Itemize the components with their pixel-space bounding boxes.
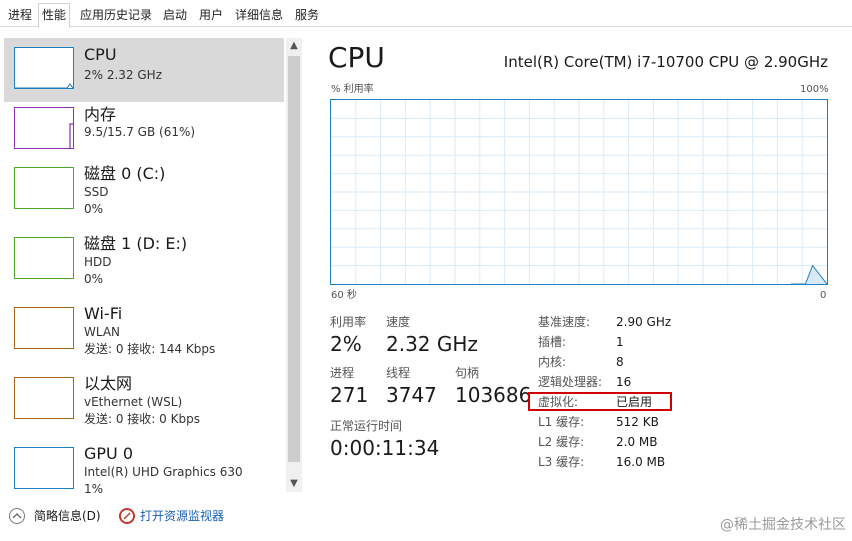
graph-ymax-label: 100% bbox=[800, 84, 829, 95]
sidebar-item-memory[interactable]: 内存 9.5/15.7 GB (61%) bbox=[4, 103, 284, 167]
sidebar-item-ethernet[interactable]: 以太网 vEthernet (WSL) 发送: 0 接收: 0 Kbps bbox=[4, 373, 284, 437]
scroll-thumb[interactable] bbox=[288, 56, 300, 462]
sidebar-scrollbar[interactable]: ▲ ▼ bbox=[286, 38, 302, 492]
cpu-usage-graph bbox=[330, 99, 828, 285]
tab-users[interactable]: 用户 bbox=[195, 3, 227, 27]
processes-label: 进程 bbox=[330, 366, 355, 380]
logical-processors-label: 逻辑处理器: bbox=[538, 375, 603, 389]
l2-cache-value: 2.0 MB bbox=[616, 435, 658, 449]
sidebar-item-detail: HDD bbox=[84, 255, 112, 269]
sidebar-item-detail-2: 1% bbox=[84, 482, 104, 495]
memory-mini-graph bbox=[14, 107, 74, 149]
sidebar-item-gpu[interactable]: GPU 0 Intel(R) UHD Graphics 630 1% bbox=[4, 443, 284, 495]
scroll-up-icon[interactable]: ▲ bbox=[286, 38, 302, 54]
sidebar-item-detail-2: 0% bbox=[84, 272, 104, 286]
l1-cache-label: L1 缓存: bbox=[538, 415, 585, 429]
base-speed-label: 基准速度: bbox=[538, 315, 591, 329]
cpu-mini-line bbox=[15, 83, 73, 88]
uptime-label: 正常运行时间 bbox=[330, 419, 403, 433]
sidebar-item-title: Wi-Fi bbox=[84, 304, 123, 323]
l2-cache-label: L2 缓存: bbox=[538, 435, 585, 449]
tab-app-history[interactable]: 应用历史记录 bbox=[76, 3, 156, 27]
cores-label: 内核: bbox=[538, 355, 567, 369]
sockets-value: 1 bbox=[616, 335, 624, 349]
watermark: @稀土掘金技术社区 bbox=[720, 517, 846, 533]
tab-performance[interactable]: 性能 bbox=[38, 3, 71, 28]
cpu-usage-plot bbox=[331, 100, 827, 284]
sidebar-item-detail: WLAN bbox=[84, 325, 121, 339]
sidebar-item-title: 以太网 bbox=[84, 374, 133, 393]
l1-cache-value: 512 KB bbox=[616, 415, 659, 429]
sidebar-item-detail: 9.5/15.7 GB (61%) bbox=[84, 125, 196, 139]
sidebar-item-detail-2: 发送: 0 接收: 0 Kbps bbox=[84, 412, 200, 426]
sidebar-item-detail: SSD bbox=[84, 185, 109, 199]
sidebar-item-title: 磁盘 1 (D: E:) bbox=[84, 234, 188, 253]
sidebar-item-title: CPU bbox=[84, 45, 117, 64]
chevron-up-icon[interactable] bbox=[9, 508, 25, 524]
ethernet-mini-graph bbox=[14, 377, 74, 419]
sidebar-item-disk-1[interactable]: 磁盘 1 (D: E:) HDD 0% bbox=[4, 233, 284, 297]
uptime-value: 0:00:11:34 bbox=[330, 436, 440, 460]
l3-cache-value: 16.0 MB bbox=[616, 455, 666, 469]
handles-label: 句柄 bbox=[455, 366, 480, 380]
sidebar-item-cpu[interactable]: CPU 2% 2.32 GHz bbox=[4, 38, 284, 102]
memory-mini-line bbox=[69, 123, 73, 148]
utilization-label: 利用率 bbox=[330, 315, 367, 329]
tab-processes[interactable]: 进程 bbox=[4, 3, 36, 27]
wifi-mini-graph bbox=[14, 307, 74, 349]
sidebar-item-detail: vEthernet (WSL) bbox=[84, 395, 183, 409]
sidebar-item-wifi[interactable]: Wi-Fi WLAN 发送: 0 接收: 144 Kbps bbox=[4, 303, 284, 367]
disk1-mini-graph bbox=[14, 237, 74, 279]
tab-services[interactable]: 服务 bbox=[291, 3, 323, 27]
sockets-label: 插槽: bbox=[538, 335, 567, 349]
logical-processors-value: 16 bbox=[616, 375, 632, 389]
sidebar-item-disk-0[interactable]: 磁盘 0 (C:) SSD 0% bbox=[4, 163, 284, 227]
sidebar-item-title: GPU 0 bbox=[84, 444, 134, 463]
open-resource-monitor-link[interactable]: 打开资源监视器 bbox=[140, 508, 224, 524]
graph-xlabel-left: 60 秒 bbox=[331, 290, 357, 301]
page-title: CPU bbox=[328, 41, 385, 74]
sidebar-item-detail: Intel(R) UHD Graphics 630 bbox=[84, 465, 243, 479]
tab-startup[interactable]: 启动 bbox=[159, 3, 191, 27]
speed-value: 2.32 GHz bbox=[386, 332, 478, 356]
graph-ylabel: % 利用率 bbox=[331, 84, 374, 95]
cpu-model-name: Intel(R) Core(TM) i7-10700 CPU @ 2.90GHz bbox=[503, 53, 828, 71]
base-speed-value: 2.90 GHz bbox=[616, 315, 672, 329]
graph-xlabel-right: 0 bbox=[820, 290, 827, 301]
threads-value: 3747 bbox=[386, 383, 437, 407]
disk0-mini-graph bbox=[14, 167, 74, 209]
tab-details[interactable]: 详细信息 bbox=[231, 3, 287, 27]
scroll-down-icon[interactable]: ▼ bbox=[286, 476, 302, 492]
virtualization-highlight-box bbox=[528, 392, 672, 411]
sidebar-item-title: 内存 bbox=[84, 105, 117, 124]
sidebar-item-title: 磁盘 0 (C:) bbox=[84, 164, 166, 183]
gpu-mini-graph bbox=[14, 447, 74, 489]
resource-sidebar: CPU 2% 2.32 GHz 内存 9.5/15.7 GB (61%) 磁盘 … bbox=[0, 35, 305, 495]
threads-label: 线程 bbox=[386, 366, 411, 380]
sidebar-item-detail-2: 发送: 0 接收: 144 Kbps bbox=[84, 342, 216, 356]
processes-value: 271 bbox=[330, 383, 369, 407]
resource-monitor-icon[interactable] bbox=[119, 508, 135, 524]
cores-value: 8 bbox=[616, 355, 624, 369]
utilization-value: 2% bbox=[330, 332, 362, 356]
l3-cache-label: L3 缓存: bbox=[538, 455, 585, 469]
handles-value: 103686 bbox=[455, 383, 532, 407]
sidebar-item-detail: 2% 2.32 GHz bbox=[84, 68, 163, 82]
speed-label: 速度 bbox=[386, 315, 411, 329]
tab-bar: 进程 性能 应用历史记录 启动 用户 详细信息 服务 bbox=[0, 0, 852, 28]
fewer-details-button[interactable]: 简略信息(D) bbox=[34, 508, 101, 524]
cpu-mini-graph bbox=[14, 47, 74, 89]
sidebar-item-detail-2: 0% bbox=[84, 202, 104, 216]
